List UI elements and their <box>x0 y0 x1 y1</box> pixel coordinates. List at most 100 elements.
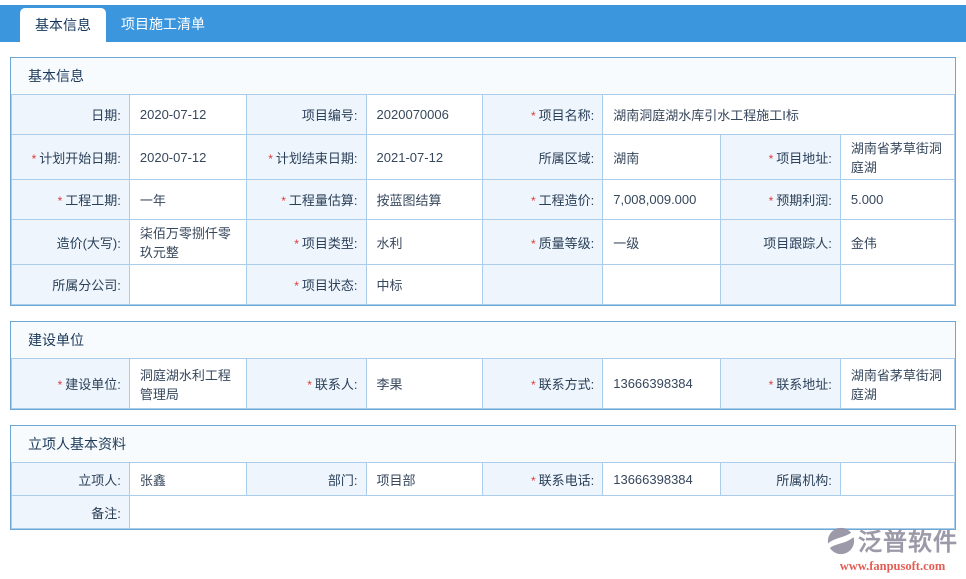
label-construction-unit-text: 建设单位: <box>65 377 121 392</box>
tab-basic-info[interactable]: 基本信息 <box>20 8 106 42</box>
label-region: 所属区域: <box>481 134 604 180</box>
label-project-duration: * 工程工期: <box>11 179 130 220</box>
label-contact-phone: * 联系电话: <box>481 462 604 496</box>
value-department: 项目部 <box>365 462 483 496</box>
label-expected-profit: * 预期利润: <box>720 179 841 220</box>
label-quality-grade-text: 质量等级: <box>538 235 595 251</box>
section-basic-info: 基本信息 日期: 2020-07-12 项目编号: 2020070006 * 项目… <box>10 57 956 306</box>
label-cost-in-words: 造价(大写): <box>11 219 130 265</box>
tab-bar: 基本信息 项目施工清单 <box>0 5 966 42</box>
label-project-name-text: 项目名称: <box>538 108 595 123</box>
label-plan-start-date-text: 计划开始日期: <box>39 150 121 166</box>
applicant-info-table: 立项人: 张鑫 部门: 项目部 * 联系电话: 13666398384 所属机构:… <box>11 462 956 529</box>
basic-info-table: 日期: 2020-07-12 项目编号: 2020070006 * 项目名称: 湖… <box>11 94 956 305</box>
label-empty-1 <box>481 264 604 305</box>
label-project-address-text: 项目地址: <box>776 150 832 166</box>
label-project-status-text: 项目状态: <box>301 278 358 293</box>
value-contact-method: 13666398384 <box>602 358 722 409</box>
value-project-address: 湖南省茅草街洞庭湖 <box>839 134 956 180</box>
required-asterisk: * <box>530 378 536 392</box>
value-contact-phone: 13666398384 <box>602 462 722 496</box>
label-plan-end-date-text: 计划结束日期: <box>275 150 358 166</box>
required-asterisk: * <box>31 151 37 166</box>
required-asterisk: * <box>530 236 536 251</box>
required-asterisk: * <box>768 378 774 392</box>
table-row: 造价(大写): 柒佰万零捌仟零玖元整 * 项目类型: 水利 * 质量等级: 一级 项… <box>11 219 956 265</box>
value-contact-person: 李果 <box>365 358 483 409</box>
watermark-brand-text: 泛普软件 <box>858 529 958 557</box>
value-expected-profit: 5.000 <box>839 179 956 220</box>
label-project-tracker-text: 项目跟踪人: <box>763 235 832 251</box>
value-construction-unit: 洞庭湖水利工程管理局 <box>128 358 247 409</box>
label-project-code: 项目编号: <box>245 94 367 135</box>
fanpu-logo-icon <box>827 527 855 560</box>
label-applicant-text: 立项人: <box>78 472 121 488</box>
section-construction-unit-title: 建设单位 <box>11 322 955 358</box>
label-project-status: * 项目状态: <box>245 264 367 305</box>
label-contact-phone-text: 联系电话: <box>538 472 595 488</box>
label-plan-start-date: * 计划开始日期: <box>11 134 130 180</box>
label-project-tracker: 项目跟踪人: <box>720 219 841 265</box>
value-project-duration: 一年 <box>128 179 247 220</box>
label-construction-unit: * 建设单位: <box>11 358 130 409</box>
required-asterisk: * <box>294 279 299 293</box>
label-contact-person: * 联系人: <box>245 358 367 409</box>
label-contact-address: * 联系地址: <box>720 358 841 409</box>
label-branch-company: 所属分公司: <box>11 264 130 305</box>
label-quality-grade: * 质量等级: <box>481 219 604 265</box>
label-project-name: * 项目名称: <box>481 94 604 135</box>
label-organization: 所属机构: <box>720 462 841 496</box>
value-project-status: 中标 <box>365 264 483 305</box>
section-basic-info-title: 基本信息 <box>11 58 955 94</box>
table-row: 日期: 2020-07-12 项目编号: 2020070006 * 项目名称: 湖… <box>11 94 955 135</box>
required-asterisk: * <box>268 151 273 166</box>
value-applicant: 张鑫 <box>128 462 247 496</box>
label-quantity-estimate: * 工程量估算: <box>245 179 367 220</box>
label-project-type: * 项目类型: <box>245 219 367 265</box>
label-date-text: 日期: <box>91 108 121 123</box>
value-project-code: 2020070006 <box>365 94 483 135</box>
tab-project-construction-list[interactable]: 项目施工清单 <box>106 5 220 42</box>
label-date: 日期: <box>11 94 130 135</box>
required-asterisk: * <box>57 378 63 392</box>
label-contact-person-text: 联系人: <box>314 377 358 392</box>
construction-unit-table: * 建设单位: 洞庭湖水利工程管理局 * 联系人: 李果 * 联系方式: 136663… <box>11 358 956 409</box>
section-construction-unit: 建设单位 * 建设单位: 洞庭湖水利工程管理局 * 联系人: 李果 * 联系方式: 1… <box>10 321 956 410</box>
label-cost-in-words-text: 造价(大写): <box>56 235 121 251</box>
value-project-type: 水利 <box>365 219 483 265</box>
fanpu-watermark: 泛普软件 www.fanpusoft.com <box>827 527 958 574</box>
value-project-name: 湖南洞庭湖水库引水工程施工I标 <box>602 94 955 135</box>
label-region-text: 所属区域: <box>538 150 595 166</box>
required-asterisk: * <box>768 151 774 166</box>
value-quantity-estimate: 按蓝图结算 <box>365 179 483 220</box>
section-applicant-info-title: 立项人基本资料 <box>11 426 955 462</box>
label-project-cost: * 工程造价: <box>481 179 604 220</box>
label-project-address: * 项目地址: <box>720 134 841 180</box>
label-department: 部门: <box>245 462 367 496</box>
value-cost-in-words: 柒佰万零捌仟零玖元整 <box>128 219 247 265</box>
label-empty-2 <box>720 264 841 305</box>
section-applicant-info: 立项人基本资料 立项人: 张鑫 部门: 项目部 * 联系电话: 136663983… <box>10 425 956 530</box>
label-contact-method-text: 联系方式: <box>538 377 595 392</box>
label-remark: 备注: <box>11 495 130 529</box>
required-asterisk: * <box>294 236 299 251</box>
required-asterisk: * <box>307 378 312 392</box>
value-contact-address: 湖南省茅草街洞庭湖 <box>839 358 956 409</box>
value-project-cost: 7,008,009.000 <box>602 179 722 220</box>
table-row: * 计划开始日期: 2020-07-12 * 计划结束日期: 2021-07-12 … <box>11 134 956 180</box>
required-asterisk: * <box>768 194 774 208</box>
label-contact-method: * 联系方式: <box>481 358 604 409</box>
value-date: 2020-07-12 <box>128 94 247 135</box>
label-department-text: 部门: <box>327 472 358 488</box>
table-row: 所属分公司: * 项目状态: 中标 <box>11 264 956 305</box>
label-project-code-text: 项目编号: <box>301 108 358 123</box>
table-row: 备注: <box>11 495 956 529</box>
value-region: 湖南 <box>602 134 722 180</box>
table-row: * 工程工期: 一年 * 工程量估算: 按蓝图结算 * 工程造价: 7,008,009… <box>11 179 956 220</box>
value-empty-1 <box>602 264 722 305</box>
table-row: 立项人: 张鑫 部门: 项目部 * 联系电话: 13666398384 所属机构: <box>11 462 956 496</box>
value-remark <box>128 495 956 529</box>
watermark-url-text: www.fanpusoft.com <box>839 559 946 573</box>
page-content: 基本信息 日期: 2020-07-12 项目编号: 2020070006 * 项目… <box>10 57 956 530</box>
value-plan-start-date: 2020-07-12 <box>128 134 247 180</box>
